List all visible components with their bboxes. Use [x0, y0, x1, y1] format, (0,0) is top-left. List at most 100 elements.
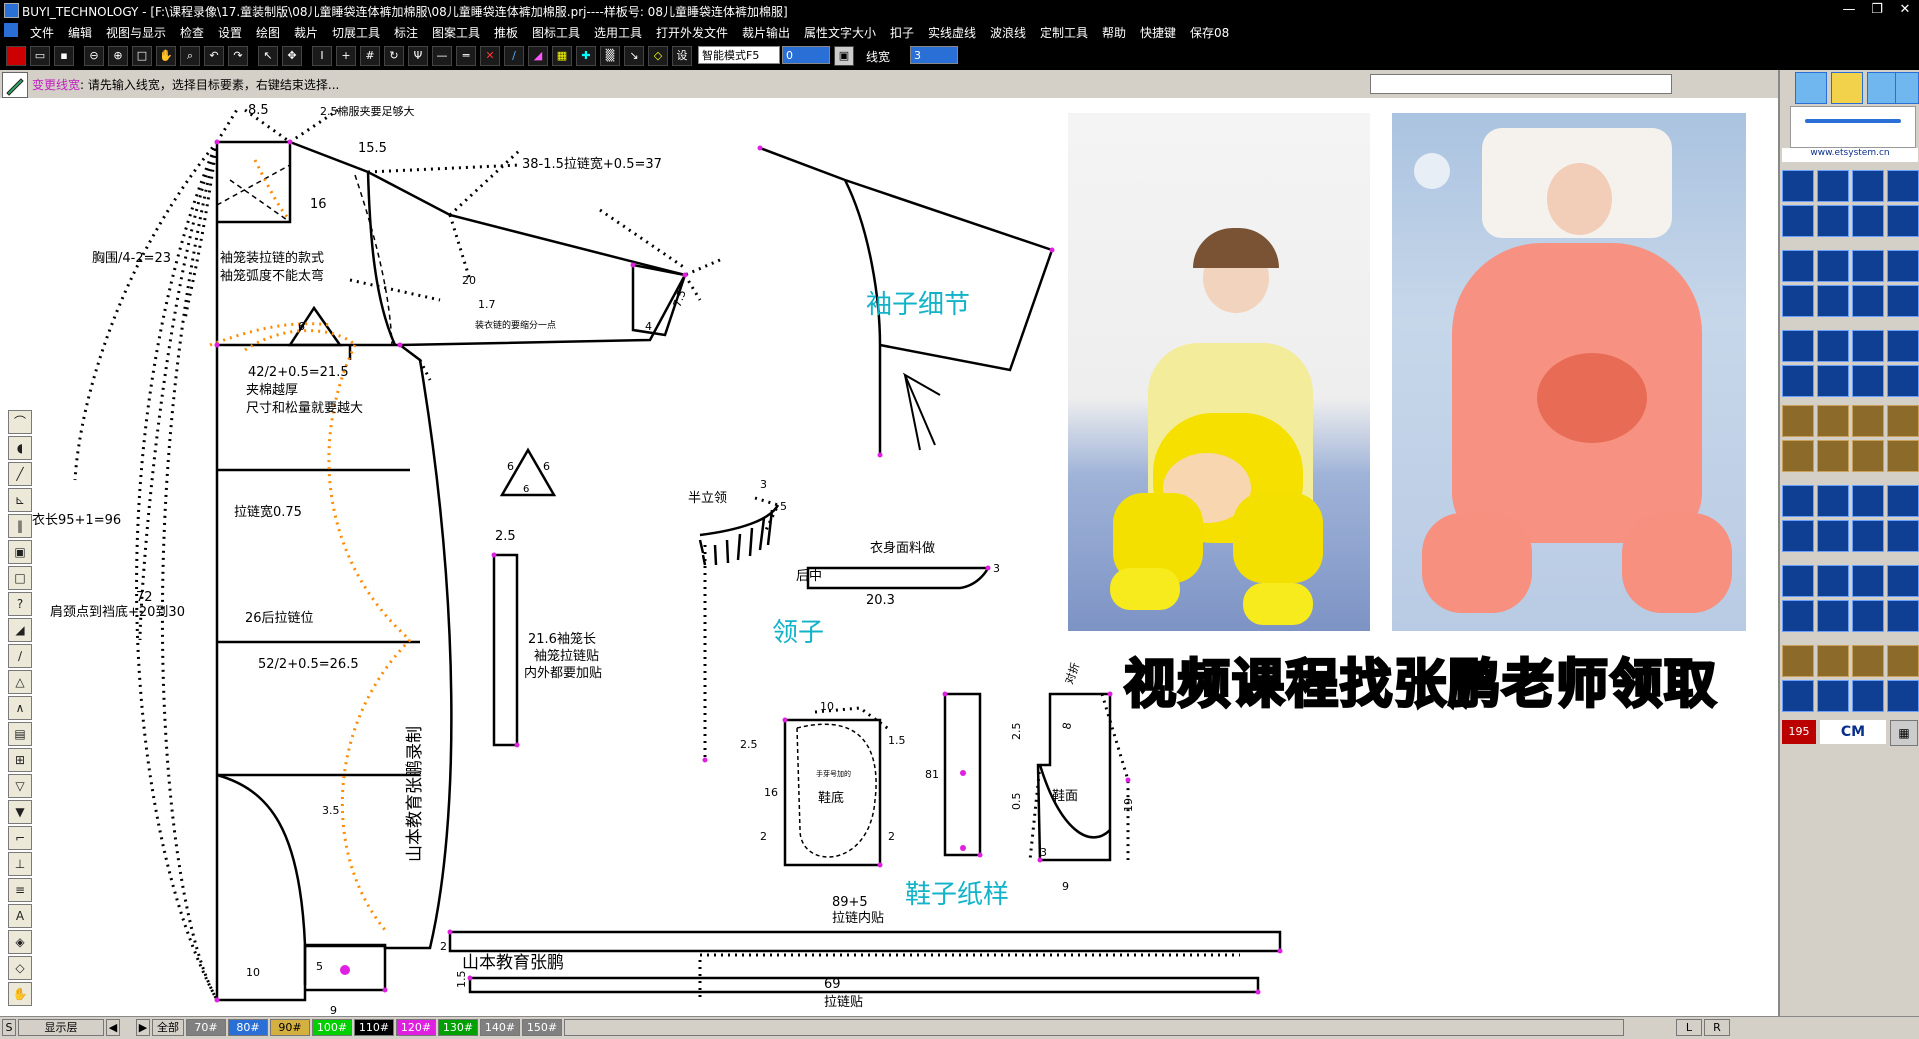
tool-measure-icon[interactable]: ∕: [8, 644, 32, 668]
panel-tool-34-icon[interactable]: [1817, 485, 1849, 517]
size-70[interactable]: 70#: [186, 1019, 226, 1036]
size-140[interactable]: 140#: [480, 1019, 520, 1036]
panel-tool-46-icon[interactable]: [1817, 600, 1849, 632]
fit-icon[interactable]: □: [132, 46, 152, 66]
panel-tool-38-icon[interactable]: [1817, 520, 1849, 552]
tool-hand-icon[interactable]: ✋: [8, 982, 32, 1006]
panel-view-icon[interactable]: [1795, 72, 1827, 104]
grade-icon[interactable]: ▦: [552, 46, 572, 66]
menu-draw[interactable]: 绘图: [256, 24, 280, 41]
pattern-icon[interactable]: ▒: [600, 46, 620, 66]
panel-tool-18-icon[interactable]: [1817, 330, 1849, 362]
panel-tool-41-icon[interactable]: [1782, 565, 1814, 597]
panel-tool-51-icon[interactable]: [1852, 645, 1884, 677]
menu-open-external[interactable]: 打开外发文件: [656, 24, 728, 41]
panel-tool-54-icon[interactable]: [1817, 680, 1849, 712]
panel-tool-53-icon[interactable]: [1782, 680, 1814, 712]
menu-piece[interactable]: 裁片: [294, 24, 318, 41]
tool-pleat-icon[interactable]: ∧: [8, 696, 32, 720]
panel-tool-2-icon[interactable]: [1817, 170, 1849, 202]
panel-tool-43-icon[interactable]: [1852, 565, 1884, 597]
menu-icon-tools[interactable]: 图标工具: [532, 24, 580, 41]
panel-tool-32-icon[interactable]: [1887, 440, 1919, 472]
panel-tool-40-icon[interactable]: [1887, 520, 1919, 552]
tool-shape-icon[interactable]: ◢: [8, 618, 32, 642]
panel-tool-27-icon[interactable]: [1852, 405, 1884, 437]
prev-arrow-icon[interactable]: ◀: [106, 1019, 120, 1036]
panel-tool-8-icon[interactable]: [1887, 205, 1919, 237]
drawing-canvas[interactable]: 8.5 2.5棉服夹要足够大 15.5 38-1.5拉链宽+0.5=37 16 …: [0, 98, 1778, 1016]
panel-tool-1-icon[interactable]: [1782, 170, 1814, 202]
panel-tool-4-icon[interactable]: [1887, 170, 1919, 202]
tool-rect-icon[interactable]: ▣: [8, 540, 32, 564]
menu-check[interactable]: 检查: [180, 24, 204, 41]
tool-grade-icon[interactable]: ⊞: [8, 748, 32, 772]
panel-tool-28-icon[interactable]: [1887, 405, 1919, 437]
tool-curve-icon[interactable]: ⌒: [8, 410, 32, 434]
layer-display[interactable]: 显示层: [18, 1019, 104, 1036]
calculator-icon[interactable]: ▦: [1890, 720, 1918, 746]
next-arrow-icon[interactable]: ▶: [136, 1019, 150, 1036]
menu-text-size[interactable]: 属性文字大小: [804, 24, 876, 41]
menu-save08[interactable]: 保存08: [1190, 24, 1229, 41]
panel-tool-56-icon[interactable]: [1887, 680, 1919, 712]
menu-piece-output[interactable]: 裁片输出: [742, 24, 790, 41]
mirror-icon[interactable]: Ψ: [408, 46, 428, 66]
tool-seam-icon[interactable]: ▽: [8, 774, 32, 798]
menu-grading[interactable]: 推板: [494, 24, 518, 41]
tool-bezier-icon[interactable]: ◖: [8, 436, 32, 460]
menu-pattern-tools[interactable]: 图案工具: [432, 24, 480, 41]
panel-tool-5-icon[interactable]: [1782, 205, 1814, 237]
panel-tool-12-icon[interactable]: [1887, 250, 1919, 282]
size-110[interactable]: 110#: [354, 1019, 394, 1036]
cross-icon[interactable]: +: [336, 46, 356, 66]
tool-cut-icon[interactable]: ◈: [8, 930, 32, 954]
menu-wave-line[interactable]: 波浪线: [990, 24, 1026, 41]
tool-help-icon[interactable]: ?: [8, 592, 32, 616]
menu-file[interactable]: 文件: [30, 24, 54, 41]
panel-tool-9-icon[interactable]: [1782, 250, 1814, 282]
slash-icon[interactable]: ∕: [504, 46, 524, 66]
tool-fold-icon[interactable]: ▼: [8, 800, 32, 824]
restore-button[interactable]: ❐: [1866, 2, 1888, 18]
tool-parallel-icon[interactable]: ‖: [8, 514, 32, 538]
panel-tool-14-icon[interactable]: [1817, 285, 1849, 317]
status-l[interactable]: L: [1676, 1019, 1702, 1036]
menu-view[interactable]: 视图与显示: [106, 24, 166, 41]
zoom-in-icon[interactable]: ⊕: [108, 46, 128, 66]
settings-icon[interactable]: 设: [672, 46, 692, 66]
status-r[interactable]: R: [1704, 1019, 1730, 1036]
panel-tool-20-icon[interactable]: [1887, 330, 1919, 362]
size-80[interactable]: 80#: [228, 1019, 268, 1036]
tool-notch-icon[interactable]: ⌐: [8, 826, 32, 850]
panel-tool-13-icon[interactable]: [1782, 285, 1814, 317]
panel-layer-icon[interactable]: [1831, 72, 1863, 104]
zoom-out-icon[interactable]: ⊖: [84, 46, 104, 66]
menu-custom-tools[interactable]: 定制工具: [1040, 24, 1088, 41]
panel-tool-31-icon[interactable]: [1852, 440, 1884, 472]
panel-tool-48-icon[interactable]: [1887, 600, 1919, 632]
panel-tool-49-icon[interactable]: [1782, 645, 1814, 677]
tool-dart-icon[interactable]: △: [8, 670, 32, 694]
menu-button[interactable]: 扣子: [890, 24, 914, 41]
size-90[interactable]: 90#: [270, 1019, 310, 1036]
panel-tool-33-icon[interactable]: [1782, 485, 1814, 517]
panel-tool-15-icon[interactable]: [1852, 285, 1884, 317]
menu-settings[interactable]: 设置: [218, 24, 242, 41]
magenta-icon[interactable]: ◢: [528, 46, 548, 66]
tool-square-icon[interactable]: □: [8, 566, 32, 590]
size-100[interactable]: 100#: [312, 1019, 352, 1036]
dim-icon[interactable]: I: [312, 46, 332, 66]
panel-settings-icon[interactable]: [1895, 72, 1919, 104]
double-line-icon[interactable]: ═: [456, 46, 476, 66]
arrow-icon[interactable]: ↖: [258, 46, 278, 66]
save-icon[interactable]: ▪: [54, 46, 74, 66]
menu-shortcuts[interactable]: 快捷键: [1140, 24, 1176, 41]
panel-tool-16-icon[interactable]: [1887, 285, 1919, 317]
mark-icon[interactable]: ◇: [648, 46, 668, 66]
panel-tool-37-icon[interactable]: [1782, 520, 1814, 552]
number-input[interactable]: 0: [782, 46, 830, 64]
size-120[interactable]: 120#: [396, 1019, 436, 1036]
open-icon[interactable]: ▭: [30, 46, 50, 66]
rotate-icon[interactable]: ↻: [384, 46, 404, 66]
